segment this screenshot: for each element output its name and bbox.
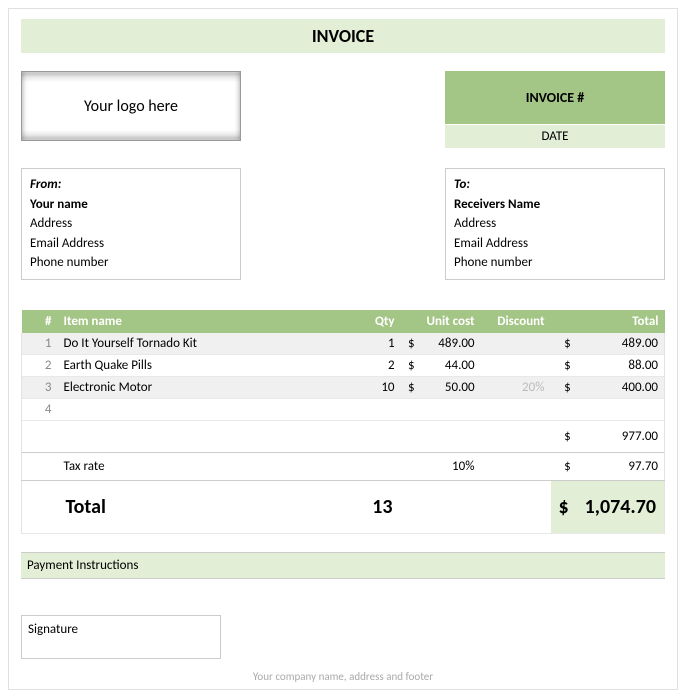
row-discount bbox=[481, 354, 551, 376]
tax-rate: 10% bbox=[401, 452, 481, 480]
signature-box: Signature bbox=[21, 615, 221, 659]
tax-label: Tax rate bbox=[58, 452, 333, 480]
row-qty: 1 bbox=[332, 333, 400, 355]
row-unit-cur: $ bbox=[401, 333, 421, 355]
total-currency: $ bbox=[551, 480, 577, 533]
row-total: 489.00 bbox=[577, 333, 665, 355]
total-row: Total 13 $ 1,074.70 bbox=[22, 480, 665, 533]
from-name: Your name bbox=[30, 195, 232, 215]
row-discount bbox=[481, 398, 551, 420]
tax-amount: 97.70 bbox=[577, 452, 665, 480]
row-item: Earth Quake Pills bbox=[58, 354, 333, 376]
table-row: 1Do It Yourself Tornado Kit1$489.00$489.… bbox=[22, 333, 665, 355]
row-total-cur bbox=[551, 398, 577, 420]
row-qty bbox=[332, 398, 400, 420]
col-discount: Discount bbox=[481, 310, 551, 333]
tax-currency: $ bbox=[551, 452, 577, 480]
row-num: 3 bbox=[22, 376, 58, 398]
from-box: From: Your name Address Email Address Ph… bbox=[21, 168, 241, 280]
table-row: 3Electronic Motor10$50.0020%$400.00 bbox=[22, 376, 665, 398]
invoice-number-label: INVOICE # bbox=[445, 71, 665, 124]
row-unit bbox=[421, 398, 481, 420]
row-total-cur: $ bbox=[551, 354, 577, 376]
col-total: Total bbox=[551, 310, 665, 333]
invoice-meta: INVOICE # DATE bbox=[445, 71, 665, 148]
to-label: To: bbox=[454, 175, 656, 195]
to-address: Address bbox=[454, 214, 656, 234]
row-item: Do It Yourself Tornado Kit bbox=[58, 333, 333, 355]
row-total-cur: $ bbox=[551, 376, 577, 398]
subtotal-row: $ 977.00 bbox=[22, 420, 665, 452]
logo-placeholder: Your logo here bbox=[21, 71, 241, 141]
footer-text: Your company name, address and footer bbox=[9, 670, 677, 683]
total-label: Total bbox=[58, 480, 333, 533]
row-unit: 50.00 bbox=[421, 376, 481, 398]
row-discount bbox=[481, 333, 551, 355]
items-table: # Item name Qty Unit cost Discount Total… bbox=[21, 310, 665, 534]
col-unit: Unit cost bbox=[401, 310, 481, 333]
to-phone: Phone number bbox=[454, 253, 656, 273]
row-qty: 10 bbox=[332, 376, 400, 398]
row-unit-cur bbox=[401, 398, 421, 420]
row-discount: 20% bbox=[481, 376, 551, 398]
row-unit-cur: $ bbox=[401, 354, 421, 376]
row-total bbox=[577, 398, 665, 420]
row-qty: 2 bbox=[332, 354, 400, 376]
row-num: 2 bbox=[22, 354, 58, 376]
tax-row: Tax rate 10% $ 97.70 bbox=[22, 452, 665, 480]
total-amount: 1,074.70 bbox=[577, 480, 665, 533]
address-row: From: Your name Address Email Address Ph… bbox=[21, 168, 665, 280]
row-unit: 44.00 bbox=[421, 354, 481, 376]
header-row: # Item name Qty Unit cost Discount Total bbox=[22, 310, 665, 333]
row-total: 400.00 bbox=[577, 376, 665, 398]
row-item bbox=[58, 398, 333, 420]
subtotal-currency: $ bbox=[551, 420, 577, 452]
row-unit-cur: $ bbox=[401, 376, 421, 398]
invoice-page: INVOICE Your logo here INVOICE # DATE Fr… bbox=[8, 8, 678, 690]
row-total: 88.00 bbox=[577, 354, 665, 376]
top-row: Your logo here INVOICE # DATE bbox=[21, 71, 665, 148]
total-qty: 13 bbox=[332, 480, 400, 533]
payment-instructions-header: Payment Instructions bbox=[21, 552, 665, 579]
to-box: To: Receivers Name Address Email Address… bbox=[445, 168, 665, 280]
subtotal-amount: 977.00 bbox=[577, 420, 665, 452]
from-label: From: bbox=[30, 175, 232, 195]
from-phone: Phone number bbox=[30, 253, 232, 273]
invoice-date-label: DATE bbox=[445, 124, 665, 148]
row-num: 1 bbox=[22, 333, 58, 355]
to-email: Email Address bbox=[454, 234, 656, 254]
row-num: 4 bbox=[22, 398, 58, 420]
row-item: Electronic Motor bbox=[58, 376, 333, 398]
col-num: # bbox=[22, 310, 58, 333]
col-qty: Qty bbox=[332, 310, 400, 333]
table-row: 2Earth Quake Pills2$44.00$88.00 bbox=[22, 354, 665, 376]
table-row: 4 bbox=[22, 398, 665, 420]
col-item: Item name bbox=[58, 310, 333, 333]
row-total-cur: $ bbox=[551, 333, 577, 355]
from-email: Email Address bbox=[30, 234, 232, 254]
from-address: Address bbox=[30, 214, 232, 234]
row-unit: 489.00 bbox=[421, 333, 481, 355]
items-table-wrap: # Item name Qty Unit cost Discount Total… bbox=[21, 310, 665, 534]
to-name: Receivers Name bbox=[454, 195, 656, 215]
title-bar: INVOICE bbox=[21, 19, 665, 53]
